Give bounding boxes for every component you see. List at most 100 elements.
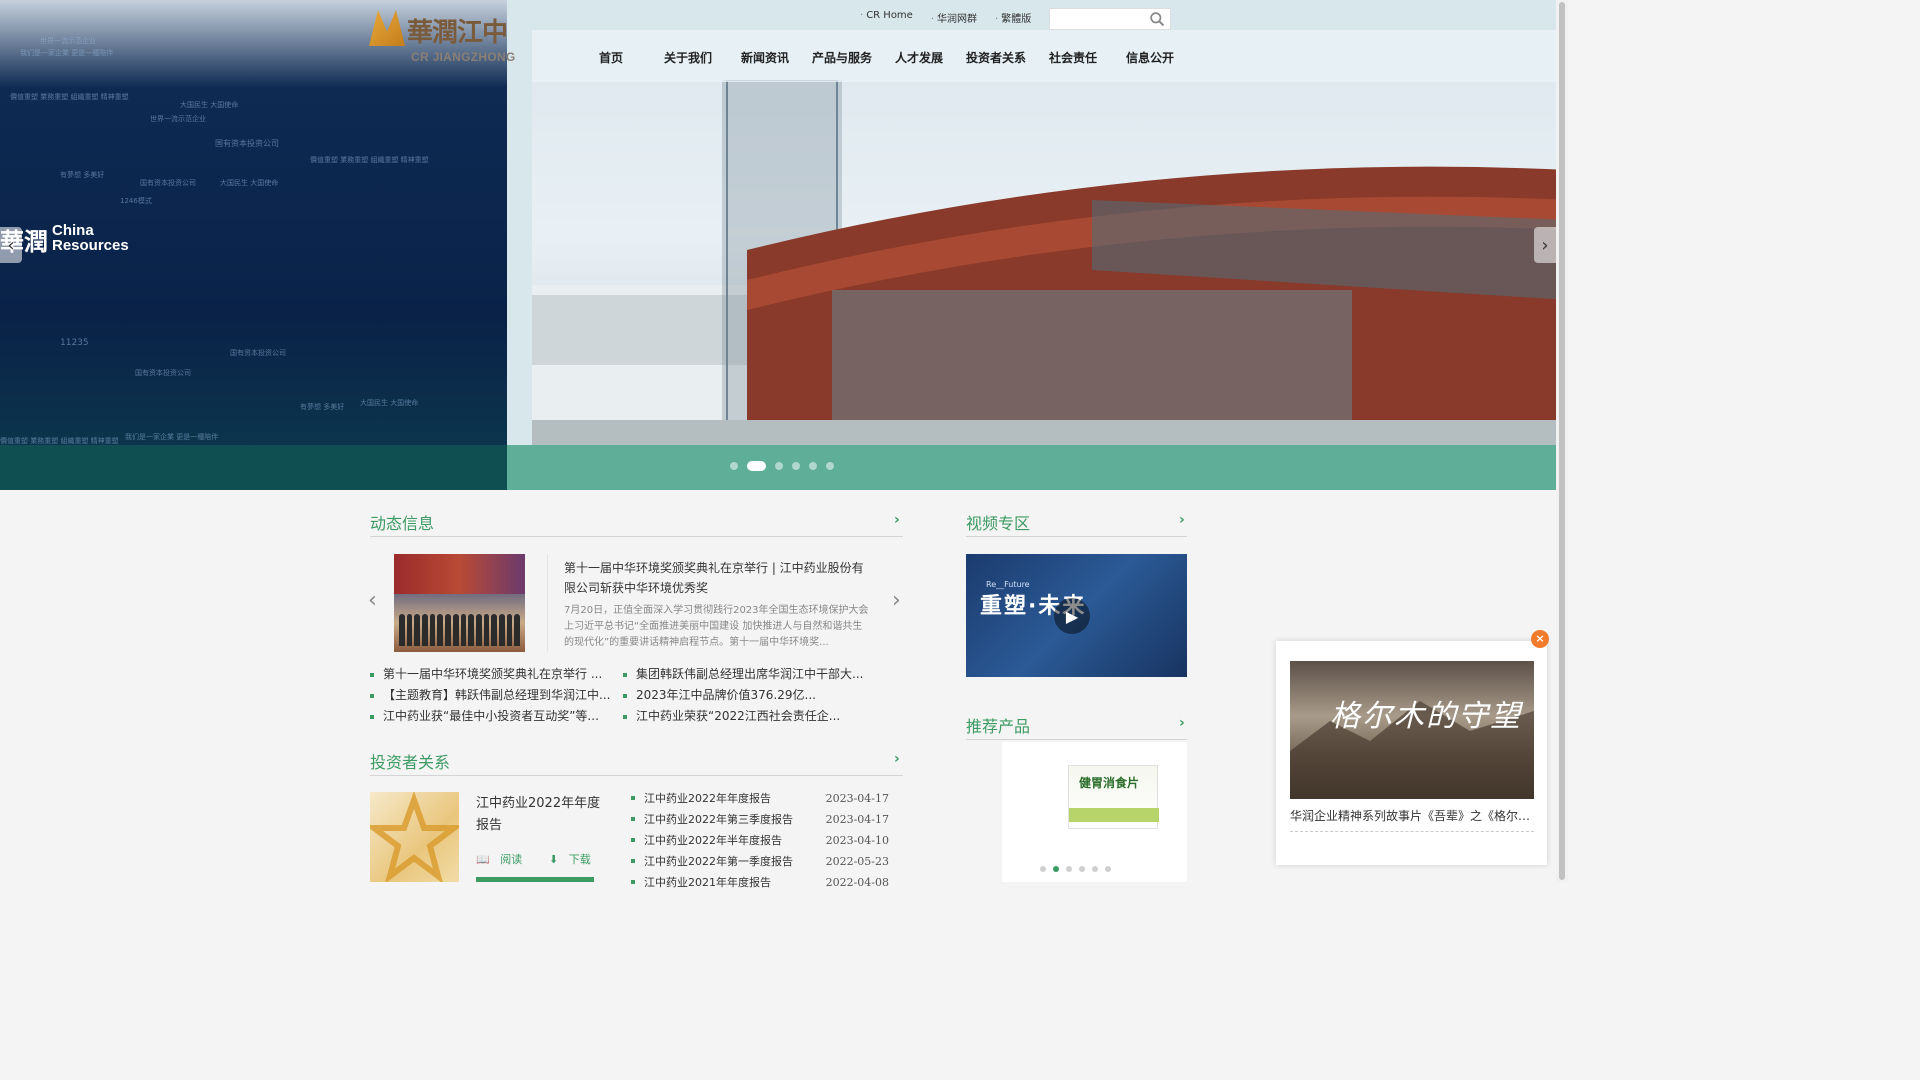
news-prev-arrow[interactable]: ‹ xyxy=(368,588,377,613)
banner-text: 有夢想 多美好 xyxy=(60,171,105,179)
hero-prev-arrow[interactable]: ‹ xyxy=(0,227,22,263)
nav-item-news[interactable]: 新闻资讯 xyxy=(734,49,796,66)
product-image[interactable]: 健胃消食片 xyxy=(1068,765,1159,829)
search-input[interactable] xyxy=(1050,11,1148,31)
main-nav: 首页 关于我们 新闻资讯 产品与服务 人才发展 投资者关系 社会责任 信息公开 xyxy=(580,49,1196,66)
news-featured-title[interactable]: 第十一届中华环境奖颁奖典礼在京举行 | 江中药业股份有限公司斩获中华环境优秀奖 xyxy=(564,558,864,598)
floating-video-popup: 格尔木的守望 华润企业精神系列故事片《吾辈》之《格尔木的守望》 × xyxy=(1276,630,1549,865)
hero-dot[interactable] xyxy=(792,462,800,470)
banner-text: 價值重塑 業務重塑 組織重塑 精神重塑 xyxy=(310,156,429,164)
divider xyxy=(966,739,1187,740)
products-section: 推荐产品 › xyxy=(966,713,1187,743)
nav-item-about[interactable]: 关于我们 xyxy=(642,49,734,66)
report-accent-bar xyxy=(476,877,594,882)
news-list-item[interactable]: 集团韩跃伟副总经理出席华润江中干部大... xyxy=(623,664,863,685)
divider xyxy=(547,554,548,652)
banner-text: 11235 xyxy=(60,338,89,348)
banner-text: 国有资本投资公司 xyxy=(135,369,191,377)
video-section: 视频专区 › xyxy=(966,510,1187,540)
investor-more-icon[interactable]: › xyxy=(894,751,900,767)
banner-text: 大国民生 大国使命 xyxy=(180,101,239,109)
news-list-item[interactable]: 江中药业获“最佳中小投资者互动奖”等... xyxy=(370,706,610,727)
hero-dot[interactable] xyxy=(775,462,783,470)
page-scrollbar[interactable] xyxy=(1556,0,1568,882)
nav-item-talent[interactable]: 人才发展 xyxy=(888,49,950,66)
banner-text: 1246模式 xyxy=(120,197,152,205)
banner-text: 我们是一家企業 更是一種陪伴 xyxy=(125,433,219,441)
news-list-item[interactable]: 【主题教育】韩跃伟副总经理到华润江中... xyxy=(370,685,610,706)
hero-dot[interactable] xyxy=(826,462,834,470)
news-list-item[interactable]: 江中药业荣获“2022江西社会责任企... xyxy=(623,706,863,727)
site-header: 華潤江中 CR JIANGZHONG · CR Home · 华润网群 · 繁體版 首… xyxy=(0,0,1568,82)
banner-text: 大国民生 大国使命 xyxy=(220,179,279,187)
read-button[interactable]: 📖 阅读 xyxy=(476,851,522,867)
building-illustration xyxy=(532,80,1568,465)
video-more-icon[interactable]: › xyxy=(1179,512,1185,528)
play-icon[interactable]: ▶ xyxy=(1054,598,1090,634)
product-dot[interactable] xyxy=(1092,866,1098,872)
divider xyxy=(1290,831,1534,832)
report-featured-title[interactable]: 江中药业2022年年度报告 xyxy=(476,793,606,837)
divider xyxy=(370,775,903,776)
top-link-cr-home[interactable]: · CR Home xyxy=(860,10,913,25)
star-ornament xyxy=(370,792,459,882)
report-item[interactable]: 江中药业2021年年度报告 2022-04-08 xyxy=(631,872,889,893)
news-featured-desc: 7月20日，正值全面深入学习贯彻践行2023年全国生态环境保护大会上习近平总书记… xyxy=(564,605,869,648)
nav-item-disclosure[interactable]: 信息公开 xyxy=(1104,49,1196,66)
download-button[interactable]: ⬇ 下载 xyxy=(549,851,591,867)
video-thumbnail[interactable]: Re__Future 重塑·未来 ▶ xyxy=(966,554,1187,677)
news-list-left: 第十一届中华环境奖颁奖典礼在京举行 ... 【主题教育】韩跃伟副总经理到华润江中… xyxy=(370,664,610,727)
search-icon[interactable] xyxy=(1149,11,1166,28)
report-item[interactable]: 江中药业2022年第三季度报告 2023-04-17 xyxy=(631,809,889,830)
product-dot[interactable] xyxy=(1040,866,1046,872)
book-icon: 📖 xyxy=(476,853,490,866)
nav-item-investor[interactable]: 投资者关系 xyxy=(950,49,1042,66)
report-item[interactable]: 江中药业2022年第一季度报告 2022-05-23 xyxy=(631,851,889,872)
report-item[interactable]: 江中药业2022年年度报告 2023-04-17 xyxy=(631,788,889,809)
news-section-title: 动态信息 xyxy=(370,514,435,533)
banner-text: 国有资本投资公司 xyxy=(230,349,286,357)
report-item[interactable]: 江中药业2022年半年度报告 2023-04-10 xyxy=(631,830,889,851)
scrollbar-thumb[interactable] xyxy=(1559,2,1565,880)
popup-video-image[interactable]: 格尔木的守望 xyxy=(1290,661,1534,799)
hero-left-band xyxy=(0,445,507,490)
product-dot-active[interactable] xyxy=(1053,866,1059,872)
product-dot[interactable] xyxy=(1105,866,1111,872)
banner-text: 国有资本投资公司 xyxy=(140,179,196,187)
product-dot[interactable] xyxy=(1079,866,1085,872)
products-more-icon[interactable]: › xyxy=(1179,715,1185,731)
report-list: 江中药业2022年年度报告 2023-04-17 江中药业2022年第三季度报告 2… xyxy=(631,788,889,893)
popup-caption[interactable]: 华润企业精神系列故事片《吾辈》之《格尔木的守望》 xyxy=(1290,807,1534,824)
hero-dot[interactable] xyxy=(809,462,817,470)
close-icon[interactable]: × xyxy=(1531,630,1549,648)
hero-dot-active[interactable] xyxy=(747,461,766,471)
investor-section-title: 投资者关系 xyxy=(370,753,451,772)
news-list-item[interactable]: 2023年江中品牌价值376.29亿... xyxy=(623,685,863,706)
nav-item-products[interactable]: 产品与服务 xyxy=(796,49,888,66)
news-more-icon[interactable]: › xyxy=(894,512,900,528)
search-box[interactable] xyxy=(1049,8,1171,31)
hero-next-arrow[interactable]: › xyxy=(1534,227,1556,263)
top-link-traditional[interactable]: · 繁體版 xyxy=(995,10,1031,25)
site-logo[interactable]: 華潤江中 CR JIANGZHONG xyxy=(369,8,519,66)
top-link-network[interactable]: · 华润网群 xyxy=(931,10,977,25)
group-photo-people xyxy=(399,606,520,646)
news-next-arrow[interactable]: › xyxy=(892,588,901,613)
divider xyxy=(966,536,1187,537)
banner-text: 大国民生 大国使命 xyxy=(360,399,419,407)
news-list-item[interactable]: 第十一届中华环境奖颁奖典礼在京举行 ... xyxy=(370,664,610,685)
banner-text: 世界一流示范企业 xyxy=(150,115,206,123)
video-section-title: 视频专区 xyxy=(966,514,1031,533)
report-cover-image[interactable] xyxy=(370,792,459,882)
top-links: · CR Home · 华润网群 · 繁體版 xyxy=(860,10,1031,25)
product-dot[interactable] xyxy=(1066,866,1072,872)
hero-dot[interactable] xyxy=(730,462,738,470)
logo-mark-icon xyxy=(369,10,405,46)
china-resources-logo: 華潤 China Resources xyxy=(0,222,129,256)
product-pagination xyxy=(1040,866,1111,872)
nav-item-home[interactable]: 首页 xyxy=(580,49,642,66)
news-featured-image[interactable] xyxy=(394,554,525,652)
download-icon: ⬇ xyxy=(549,853,559,866)
banner-text: 價值重塑 業務重塑 組織重塑 精神重塑 xyxy=(10,93,129,101)
nav-item-csr[interactable]: 社会责任 xyxy=(1042,49,1104,66)
